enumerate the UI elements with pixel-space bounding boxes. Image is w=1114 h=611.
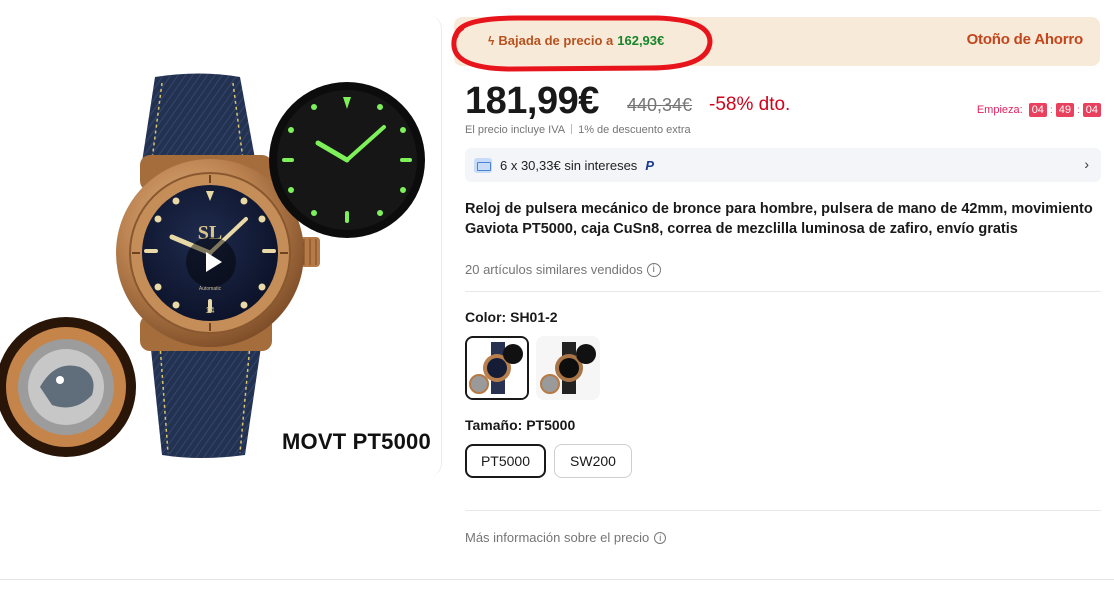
discount-label: -58% dto. (709, 94, 791, 115)
countdown-label: Empieza: (976, 104, 1023, 116)
countdown-minutes: 49 (1055, 103, 1074, 117)
color-label: Color: SH01-2 (465, 309, 558, 325)
price-drop-notice: ϟ Bajada de precio a 162,93€ (488, 33, 664, 48)
product-title: Reloj de pulsera mecánico de bronce para… (465, 201, 1093, 237)
price-drop-text: Bajada de precio a (498, 33, 614, 48)
size-option-sw200[interactable]: SW200 (554, 444, 632, 478)
countdown-separator: : (1076, 104, 1080, 116)
section-divider (465, 510, 1101, 511)
image-caption: MOVT PT5000 (282, 429, 431, 454)
play-video-button[interactable] (186, 237, 236, 287)
vat-text: El precio incluye IVA (465, 124, 566, 136)
size-selected: PT5000 (526, 417, 576, 433)
countdown-timer: Empieza: 04 : 49 : 04 (977, 103, 1101, 117)
countdown-seconds: 04 (1082, 103, 1101, 117)
current-price: 181,99€ (465, 80, 599, 122)
original-price: 440,34€ (627, 95, 693, 115)
price-row: 181,99€ 440,34€ -58% dto. Empieza: 04 : … (465, 80, 1101, 124)
chevron-right-icon: › (1084, 156, 1089, 172)
tax-info: El precio incluye IVA 1% de descuento ext… (465, 124, 691, 136)
info-icon[interactable]: i (646, 262, 661, 277)
card-icon (474, 157, 492, 173)
swatch-thumbnail (467, 338, 527, 398)
lightning-icon: ϟ (488, 33, 495, 48)
installments-text: 6 x 30,33€ sin intereses (500, 157, 638, 173)
color-selected: SH01-2 (510, 309, 558, 325)
price-drop-value: 162,93€ (617, 33, 665, 48)
size-option-pt5000[interactable]: PT5000 (465, 444, 546, 478)
extra-discount: 1% de descuento extra (578, 124, 691, 136)
countdown-hours: 04 (1028, 103, 1047, 117)
paypal-icon: P (645, 157, 654, 173)
campaign-name: Otoño de Ahorro (966, 31, 1084, 48)
color-swatch-alt[interactable] (536, 336, 600, 400)
color-label-text: Color: (465, 309, 507, 325)
swatch-thumbnail (536, 336, 600, 400)
size-label-text: Tamaño: (465, 417, 523, 433)
sold-count: 20 artículos similares vendidos i (465, 262, 661, 277)
countdown-separator: : (1049, 104, 1053, 116)
size-label: Tamaño: PT5000 (465, 417, 575, 433)
color-swatch-sh01-2[interactable] (465, 336, 529, 400)
section-divider (465, 291, 1101, 292)
sold-text: 20 artículos similares vendidos (465, 262, 643, 277)
bottom-divider (0, 579, 1114, 580)
promo-banner: ϟ Bajada de precio a 162,93€ Otoño de Ah… (454, 17, 1100, 66)
play-icon (205, 252, 222, 272)
divider (571, 124, 573, 134)
installments-banner[interactable]: 6 x 30,33€ sin intereses P › (465, 148, 1101, 182)
info-icon: i (654, 531, 667, 544)
dial-number: 14 (206, 306, 215, 315)
more-price-info-link[interactable]: Más información sobre el precio i (465, 530, 667, 545)
more-info-text: Más información sobre el precio (465, 530, 650, 545)
product-image-gallery[interactable]: SL Automatic 14 MOVT PT5000 (0, 15, 442, 477)
